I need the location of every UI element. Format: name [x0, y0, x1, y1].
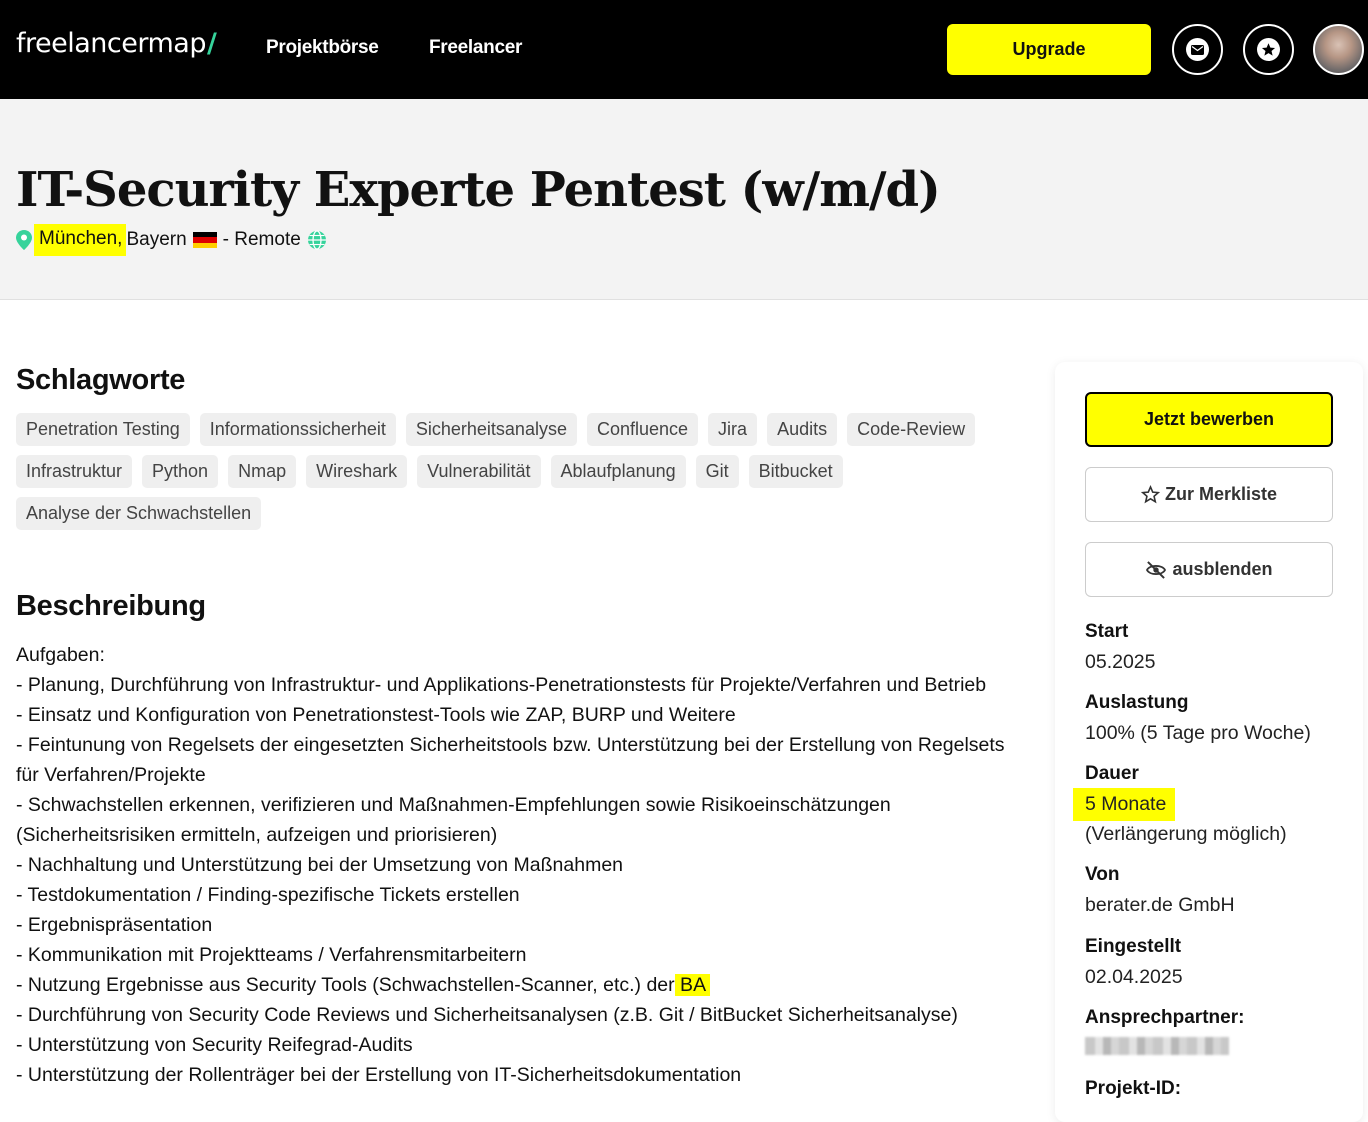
tag-item[interactable]: Jira: [708, 413, 758, 446]
project-sidebar: Jetzt bewerben Zur Merkliste ausblenden …: [1055, 362, 1363, 1122]
tag-item[interactable]: Bitbucket: [748, 455, 843, 488]
project-hero: IT-Security Experte Pentest (w/m/d) Münc…: [0, 99, 1368, 300]
tag-item[interactable]: Confluence: [586, 413, 699, 446]
start-label: Start: [1085, 621, 1129, 642]
germany-flag-icon: [192, 232, 217, 248]
tag-item[interactable]: Nmap: [228, 455, 297, 488]
contact-label: Ansprechpartner:: [1085, 1007, 1245, 1028]
tag-list: Penetration Testing Informationssicherhei…: [16, 413, 1026, 530]
dauer-value: 5 Monate: [1085, 793, 1167, 815]
mail-icon: [1186, 38, 1209, 61]
eingestellt-label: Eingestellt: [1085, 936, 1182, 957]
hide-button[interactable]: ausblenden: [1085, 542, 1333, 597]
tags-heading: Schlagworte: [16, 364, 186, 396]
contact-name-blurred: [1085, 1037, 1229, 1055]
description-heading: Beschreibung: [16, 590, 206, 622]
location-pin-icon: [16, 230, 32, 250]
project-title: IT-Security Experte Pentest (w/m/d): [16, 162, 941, 218]
user-avatar[interactable]: [1313, 24, 1364, 75]
tag-item[interactable]: Git: [695, 455, 739, 488]
tag-item[interactable]: Penetration Testing: [16, 413, 190, 446]
description-line: - Testdokumentation / Finding-spezifisch…: [16, 884, 520, 906]
von-value: berater.de GmbH: [1085, 894, 1235, 916]
project-id-label: Projekt-ID:: [1085, 1078, 1182, 1099]
von-label: Von: [1085, 864, 1120, 885]
nav-projektboerse[interactable]: Projektbörse: [266, 37, 379, 59]
ba-highlight: BA: [674, 974, 711, 996]
tag-item[interactable]: Wireshark: [306, 455, 408, 488]
description-line: - Ergebnispräsentation: [16, 914, 213, 936]
description-line: - Nachhaltung und Unterstützung bei der …: [16, 854, 624, 876]
eye-slash-icon: [1146, 560, 1167, 579]
remote-label: - Remote: [222, 229, 301, 250]
tag-item[interactable]: Vulnerabilität: [417, 455, 541, 488]
description-line: - Kommunikation mit Projektteams / Verfa…: [16, 944, 527, 966]
description-line: - Durchführung von Security Code Reviews…: [16, 1004, 958, 1026]
bookmark-button[interactable]: Zur Merkliste: [1085, 467, 1333, 522]
auslastung-value: 100% (5 Tage pro Woche): [1085, 722, 1311, 744]
description-line-ba: - Nutzung Ergebnisse aus Security Tools …: [16, 970, 1026, 1000]
logo-text: freelancermap: [16, 28, 206, 59]
tag-item[interactable]: Python: [142, 455, 219, 488]
eingestellt-value: 02.04.2025: [1085, 966, 1183, 988]
start-value: 05.2025: [1085, 651, 1156, 673]
description-intro: Aufgaben:: [16, 644, 105, 666]
description-line: - Feintunung von Regelsets der eingesetz…: [16, 734, 1010, 786]
project-location: München, Bayern - Remote: [16, 223, 327, 257]
upgrade-button[interactable]: Upgrade: [947, 24, 1151, 75]
location-region: Bayern: [126, 229, 187, 250]
favorites-button[interactable]: [1243, 24, 1294, 75]
messages-button[interactable]: [1172, 24, 1223, 75]
tag-item[interactable]: Audits: [767, 413, 838, 446]
tag-item[interactable]: Infrastruktur: [16, 455, 133, 488]
tag-item[interactable]: Analyse der Schwachstellen: [16, 497, 262, 530]
freelancermap-logo[interactable]: freelancermap/: [16, 28, 217, 59]
nav-freelancer[interactable]: Freelancer: [429, 37, 522, 59]
logo-mark: /: [206, 28, 217, 59]
description-line: - Schwachstellen erkennen, verifizieren …: [16, 794, 897, 846]
location-city: München,: [34, 224, 127, 256]
description-line: - Unterstützung von Security Reifegrad-A…: [16, 1034, 413, 1056]
description-line: - Planung, Durchführung von Infrastruktu…: [16, 674, 987, 696]
dauer-label: Dauer: [1085, 763, 1139, 784]
tag-item[interactable]: Code-Review: [847, 413, 976, 446]
tag-item[interactable]: Sicherheitsanalyse: [405, 413, 577, 446]
star-outline-icon: [1140, 485, 1160, 504]
hide-label: ausblenden: [1172, 559, 1273, 579]
dauer-note: (Verlängerung möglich): [1085, 823, 1287, 845]
bookmark-label: Zur Merkliste: [1164, 484, 1278, 504]
description-line: - Einsatz und Konfiguration von Penetrat…: [16, 704, 736, 726]
description-body: Aufgaben: - Planung, Durchführung von In…: [16, 640, 1026, 1090]
globe-icon: [307, 230, 326, 250]
tag-item[interactable]: Informationssicherheit: [199, 413, 396, 446]
description-line: - Unterstützung der Rollenträger bei der…: [16, 1064, 742, 1086]
star-icon: [1257, 38, 1280, 61]
auslastung-label: Auslastung: [1085, 692, 1189, 713]
apply-button[interactable]: Jetzt bewerben: [1085, 392, 1333, 447]
top-navigation-bar: freelancermap/ Projektbörse Freelancer U…: [0, 0, 1368, 99]
tag-item[interactable]: Ablaufplanung: [550, 455, 686, 488]
ba-line-text: - Nutzung Ergebnisse aus Security Tools …: [16, 974, 675, 996]
